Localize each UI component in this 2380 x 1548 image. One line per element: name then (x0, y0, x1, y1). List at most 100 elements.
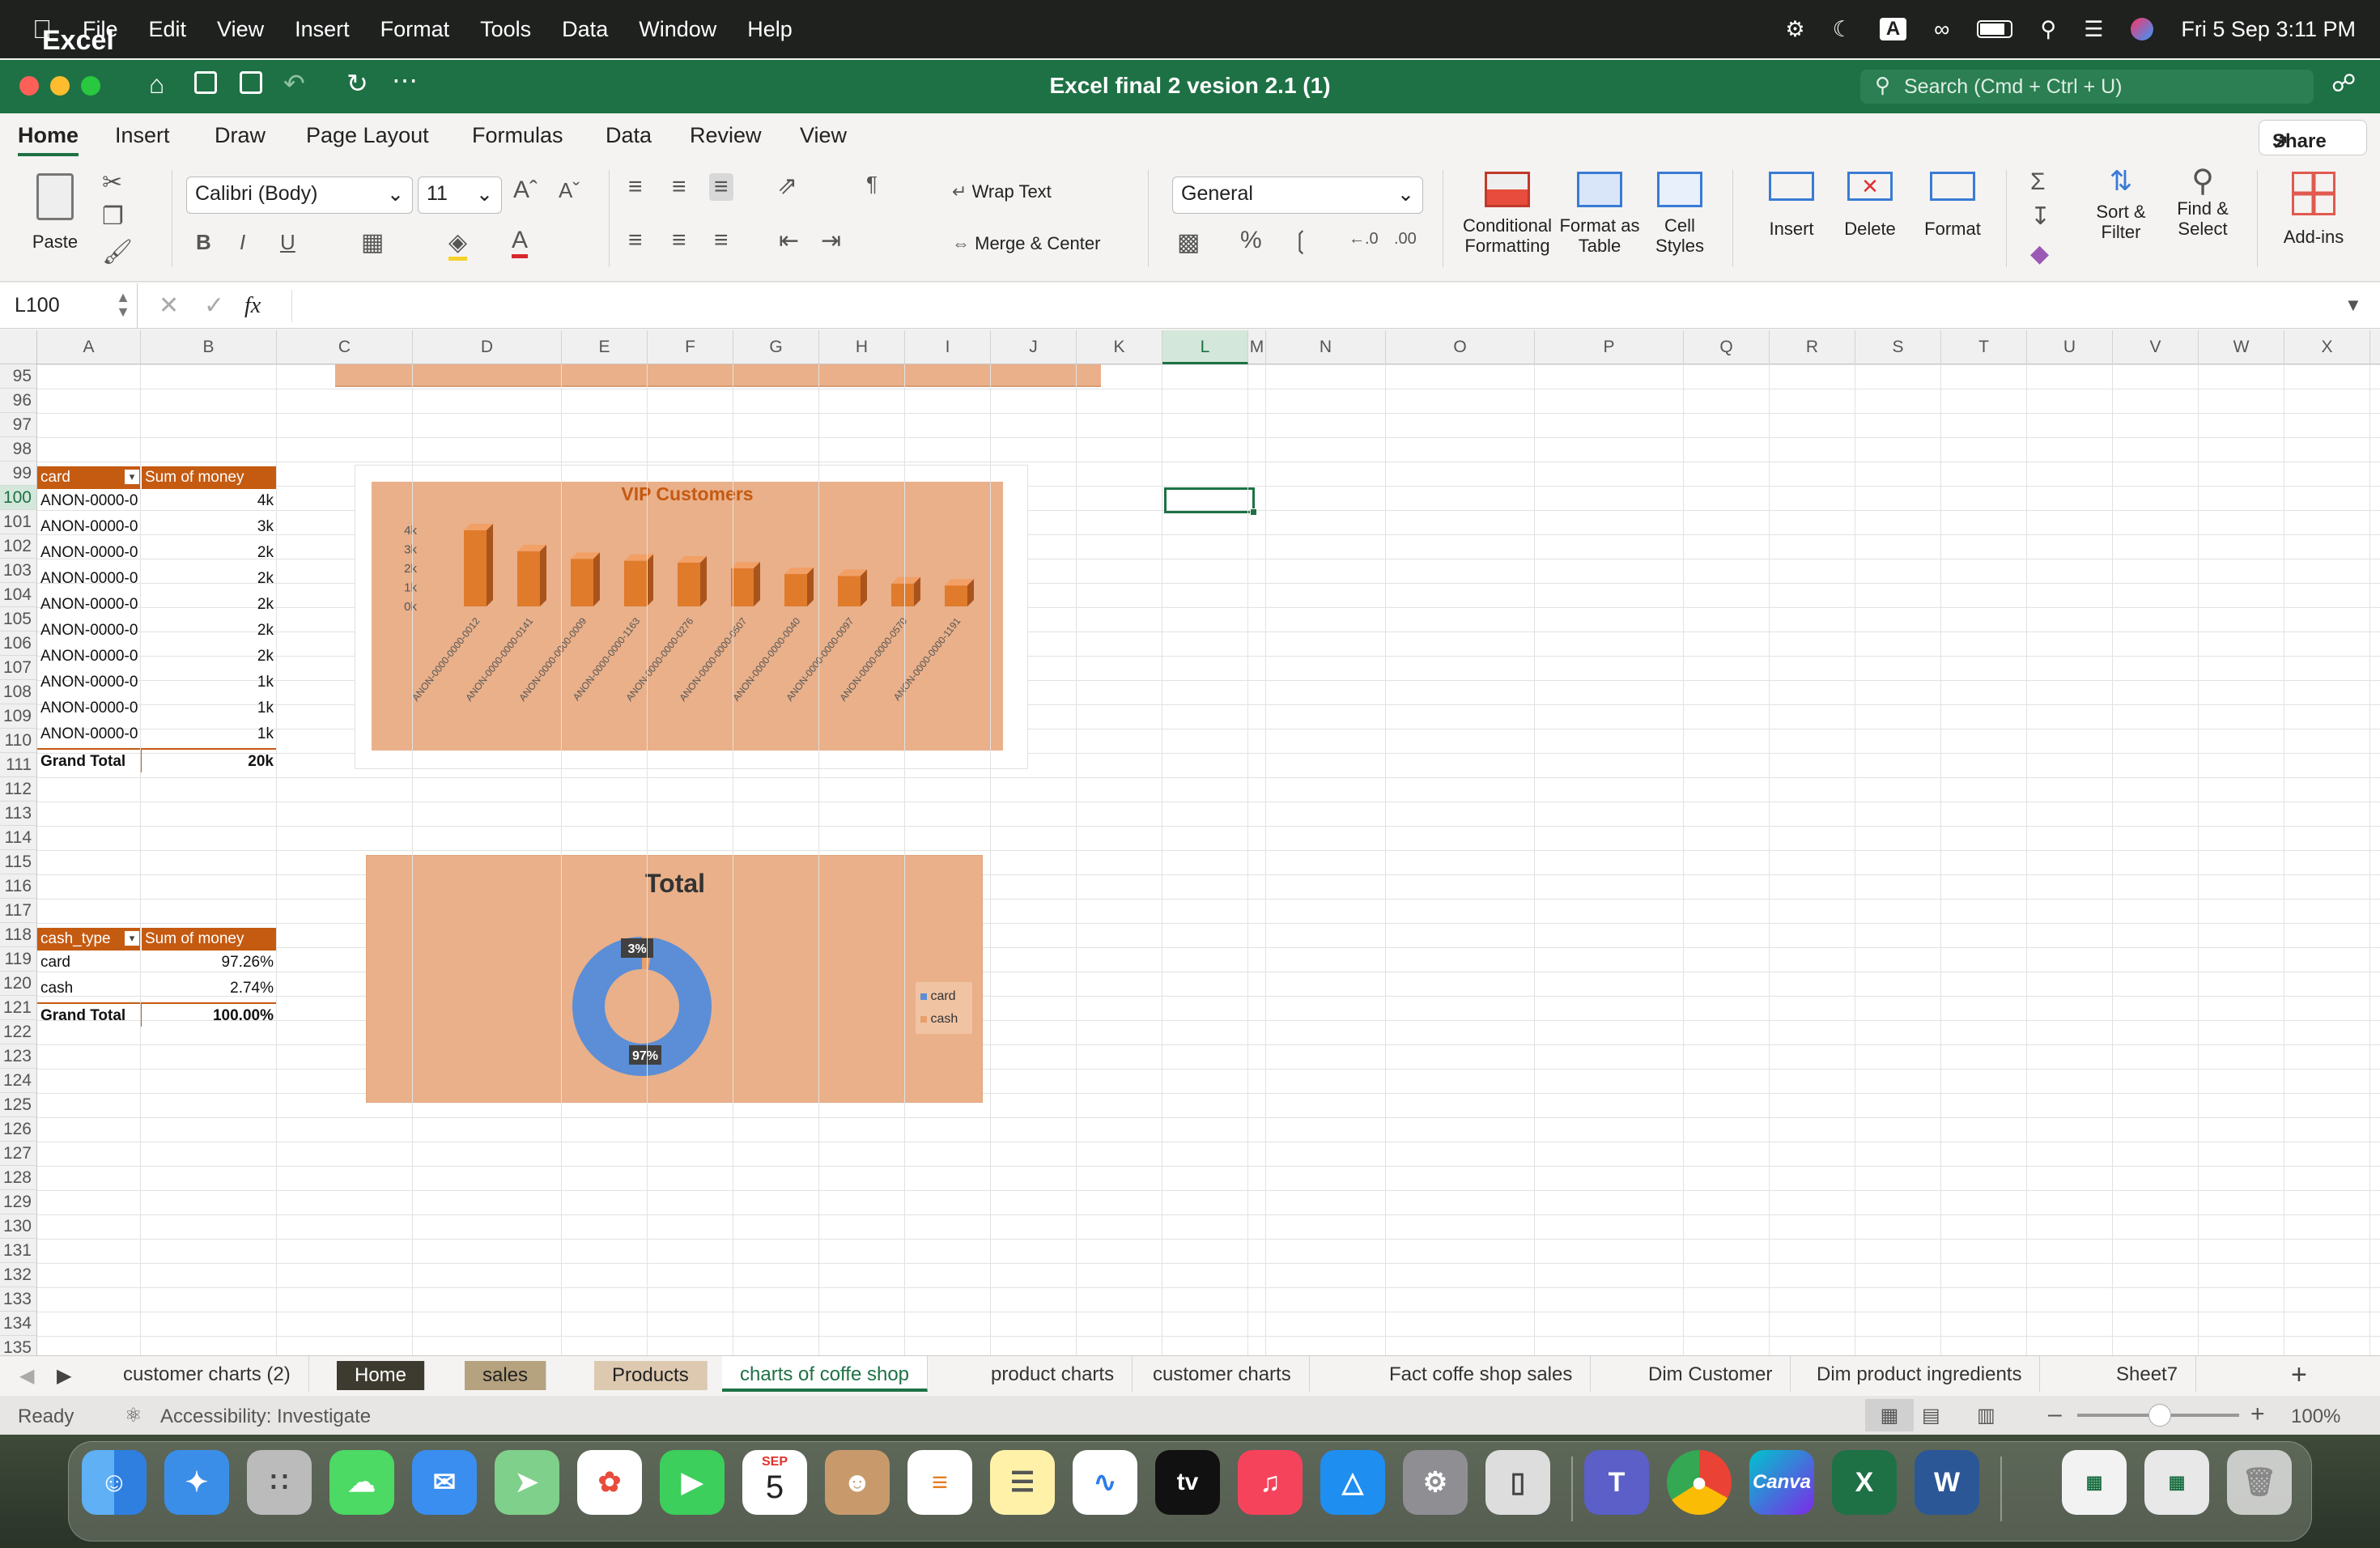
spotlight-search-icon[interactable]: ⚲ (2040, 17, 2056, 42)
pivot-row-pct[interactable]: 97.26% (141, 950, 277, 975)
sheet-tab-fact-coffe-shop-sales[interactable]: Fact coffe shop sales (1371, 1356, 1592, 1392)
column-header-c[interactable]: C (277, 330, 413, 364)
input-source-icon[interactable]: A (1879, 18, 1907, 40)
battery-icon[interactable] (1977, 20, 2013, 38)
reminders-app-icon[interactable]: ≡ (907, 1450, 972, 1515)
tab-view[interactable]: View (800, 123, 847, 148)
fill-color-icon[interactable]: ◈ (448, 228, 468, 261)
row-header-126[interactable]: 126 (0, 1117, 36, 1142)
column-header-q[interactable]: Q (1684, 330, 1770, 364)
name-box[interactable]: L100 ▲ ▼ (0, 283, 138, 329)
italic-icon[interactable]: I (240, 230, 245, 255)
increase-decimal-icon[interactable]: ←.0 (1349, 230, 1379, 249)
borders-icon[interactable]: ▦ (361, 228, 384, 257)
cell-styles-button[interactable]: Cell Styles (1643, 172, 1716, 256)
tab-draw[interactable]: Draw (215, 123, 266, 148)
row-header-95[interactable]: 95 (0, 364, 36, 389)
apple-tv-app-icon[interactable]: tv (1155, 1450, 1220, 1515)
tab-home[interactable]: Home (18, 123, 79, 156)
pivot-row-money[interactable]: 2k (141, 567, 277, 591)
row-header-99[interactable]: 99 (0, 461, 36, 486)
facetime-app-icon[interactable]: ▶ (660, 1450, 725, 1515)
row-header-128[interactable]: 128 (0, 1166, 36, 1190)
decrease-indent-icon[interactable]: ⇤ (779, 227, 799, 255)
row-header-125[interactable]: 125 (0, 1093, 36, 1117)
insert-function-icon[interactable]: fx (244, 293, 261, 319)
font-color-icon[interactable]: A (512, 227, 529, 258)
sheet-tab-dim-customer[interactable]: Dim Customer (1630, 1356, 1791, 1392)
select-all-corner[interactable] (0, 330, 37, 364)
menu-window[interactable]: Window (639, 17, 716, 42)
align-top-icon[interactable]: ≡ (628, 173, 643, 201)
pivot-total-label[interactable]: Grand Total (37, 748, 141, 772)
music-app-icon[interactable]: ♫ (1238, 1450, 1303, 1515)
pivot-row-card[interactable]: ANON-0000-0 (37, 670, 141, 695)
pivot-row-card[interactable]: ANON-0000-0 (37, 696, 141, 721)
row-header-130[interactable]: 130 (0, 1214, 36, 1239)
pivot-row-money[interactable]: 2k (141, 644, 277, 669)
pivot-row-pct[interactable]: 2.74% (141, 976, 277, 1001)
column-header-v[interactable]: V (2113, 330, 2199, 364)
column-header-o[interactable]: O (1386, 330, 1535, 364)
column-header-n[interactable]: N (1266, 330, 1386, 364)
pivot-row-card[interactable]: ANON-0000-0 (37, 644, 141, 669)
row-header-109[interactable]: 109 (0, 704, 36, 729)
app-store-app-icon[interactable]: △ (1320, 1450, 1385, 1515)
column-header-l[interactable]: L (1162, 330, 1248, 364)
page-break-view-icon[interactable]: ▥ (1977, 1404, 1995, 1427)
menubar-clock[interactable]: Fri 5 Sep 3:11 PM (2181, 17, 2356, 42)
control-center-icon[interactable]: ☰ (2084, 17, 2103, 42)
pivot-row-money[interactable]: 2k (141, 541, 277, 565)
wrap-text-button[interactable]: ↵ Wrap Text (952, 181, 1052, 202)
column-header-u[interactable]: U (2027, 330, 2113, 364)
siri-icon[interactable] (2131, 18, 2154, 40)
menu-view[interactable]: View (217, 17, 264, 42)
underline-icon[interactable]: U (280, 230, 295, 255)
sort-filter-button[interactable]: ⇅ Sort & Filter (2080, 168, 2161, 242)
vip-chart[interactable]: VIP Customers 4k 3k 2k 1k 0k ANON-0000-0000-0… (372, 482, 1003, 751)
sheet-tab-customer-charts-2[interactable]: customer charts (2) (105, 1356, 309, 1392)
cancel-entry-icon[interactable]: ✕ (159, 291, 179, 320)
safari-app-icon[interactable]: ✦ (164, 1450, 229, 1515)
pivot-header-sum[interactable]: Sum of money (141, 466, 277, 489)
decrease-decimal-icon[interactable]: .00 (1394, 230, 1417, 249)
row-header-101[interactable]: 101 (0, 510, 36, 534)
sheet-tab-home[interactable]: Home (337, 1361, 426, 1390)
row-header-110[interactable]: 110 (0, 729, 36, 753)
column-header-f[interactable]: F (648, 330, 733, 364)
row-header-127[interactable]: 127 (0, 1142, 36, 1166)
pivot-row-money[interactable]: 1k (141, 670, 277, 695)
zoom-in-icon[interactable]: + (2250, 1401, 2265, 1428)
merge-center-button[interactable]: ⇔ Merge & Center (952, 233, 1100, 254)
menu-edit[interactable]: Edit (149, 17, 187, 42)
scroll-tabs-right-icon[interactable]: ▶ (57, 1364, 71, 1388)
freeform-app-icon[interactable]: ∿ (1073, 1450, 1137, 1515)
fill-icon[interactable]: ↧ (2030, 202, 2051, 231)
font-name-select[interactable]: Calibri (Body) ⌄ (186, 176, 413, 214)
column-header-r[interactable]: R (1770, 330, 1855, 364)
bold-icon[interactable]: B (196, 230, 211, 255)
pivot-row-type[interactable]: card (37, 950, 141, 975)
sheet-tab-charts-of-coffe-shop[interactable]: charts of coffe shop (722, 1356, 929, 1392)
pivot-row-card[interactable]: ANON-0000-0 (37, 722, 141, 746)
page-layout-view-icon[interactable]: ▤ (1922, 1404, 1940, 1427)
pivot-row-money[interactable]: 4k (141, 489, 277, 513)
moon-icon[interactable]: ☾ (1833, 17, 1852, 42)
recent-spreadsheet-icon[interactable]: ▦ (2144, 1450, 2209, 1515)
align-left-icon[interactable]: ≡ (628, 227, 643, 254)
active-cell-l100[interactable] (1164, 487, 1255, 513)
sheet-tab-sheet7[interactable]: Sheet7 (2098, 1356, 2197, 1392)
align-bottom-icon[interactable]: ≡ (709, 173, 733, 201)
pivot-row-money[interactable]: 3k (141, 515, 277, 539)
insert-cells-button[interactable]: Insert (1747, 172, 1836, 239)
row-header-115[interactable]: 115 (0, 850, 36, 874)
orientation-icon[interactable]: ⇗ (777, 172, 797, 200)
tab-review[interactable]: Review (690, 123, 762, 148)
pivot-table-vip[interactable]: card Sum of money ▾ ANON-0000-0 4k ANON-0000-… (37, 465, 280, 772)
delete-cells-button[interactable]: ✕ Delete (1830, 172, 1910, 239)
messages-app-icon[interactable]: ☁ (329, 1450, 394, 1515)
formula-input[interactable] (291, 290, 2331, 322)
column-header-d[interactable]: D (413, 330, 562, 364)
cut-icon[interactable]: ✂ (102, 168, 122, 197)
row-header-113[interactable]: 113 (0, 802, 36, 826)
